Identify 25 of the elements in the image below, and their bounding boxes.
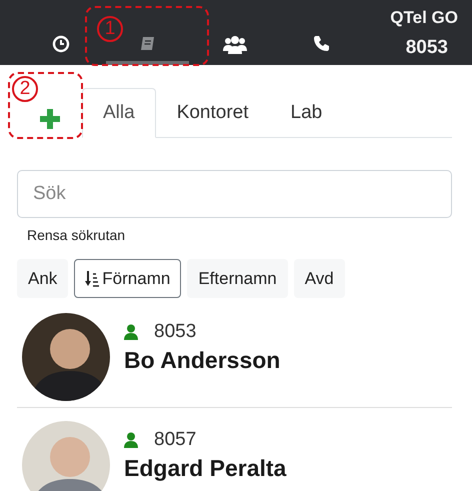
plus-icon — [40, 109, 60, 129]
group-tab[interactable]: Kontoret — [156, 88, 270, 138]
callout-number: 2 — [12, 76, 38, 102]
own-extension: 8053 — [406, 36, 448, 60]
book-icon — [138, 34, 156, 52]
users-icon — [222, 34, 246, 54]
sort-button[interactable]: Avd — [294, 259, 345, 298]
contact-name: Bo Andersson — [124, 347, 280, 374]
callout-number: 1 — [97, 16, 123, 42]
status-icon — [124, 324, 138, 340]
phone-icon — [313, 35, 330, 52]
sort-button[interactable]: Förnamn — [74, 259, 182, 298]
contact-name: Edgard Peralta — [124, 455, 286, 482]
clear-search-link[interactable]: Rensa sökrutan — [27, 227, 126, 243]
sort-button[interactable]: Ank — [17, 259, 68, 298]
search-field[interactable]: Sök — [17, 170, 452, 218]
status-icon — [124, 432, 138, 448]
contact-extension: 8057 — [154, 429, 196, 451]
sort-button[interactable]: Efternamn — [187, 259, 288, 298]
sort-icon — [85, 270, 100, 286]
clock-icon — [52, 34, 70, 52]
app-name: QTel GO — [390, 6, 458, 28]
group-tab[interactable]: Alla — [82, 88, 156, 138]
contact-extension: 8053 — [154, 321, 196, 343]
group-tab[interactable]: Lab — [270, 88, 344, 138]
